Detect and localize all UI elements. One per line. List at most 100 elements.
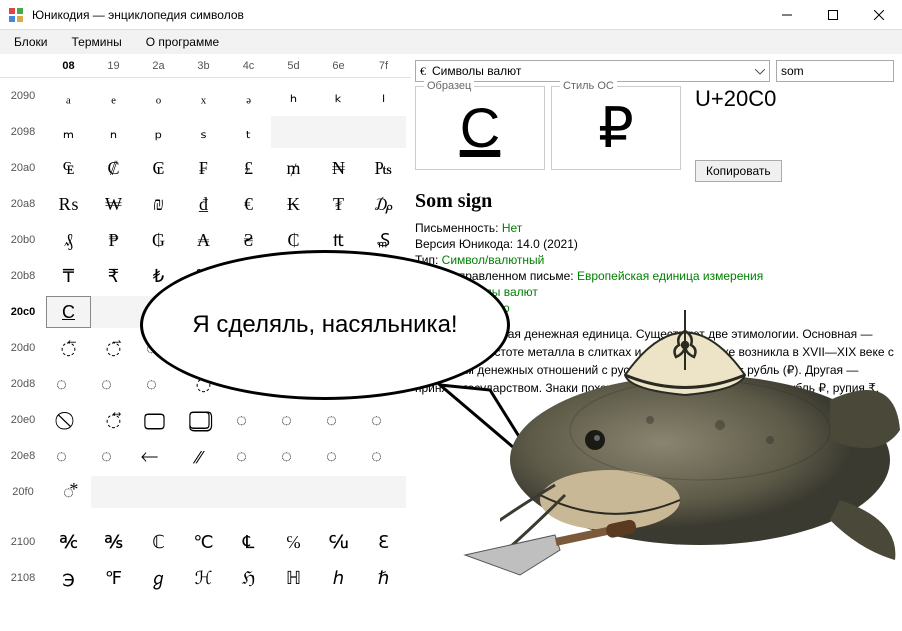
- glyph-cell[interactable]: ℆: [316, 526, 361, 558]
- glyph-cell[interactable]: ₽: [271, 260, 316, 292]
- glyph-cell[interactable]: ◌⃡: [91, 404, 136, 436]
- glyph-cell[interactable]: ₮: [316, 188, 361, 220]
- glyph-cell[interactable]: ℊ: [136, 562, 181, 594]
- glyph-cell[interactable]: ⃫: [181, 440, 226, 472]
- glyph-cell[interactable]: ₧: [361, 152, 406, 184]
- glyph-cell[interactable]: ₴: [226, 224, 271, 256]
- glyph-cell[interactable]: ₵: [271, 224, 316, 256]
- glyph-cell[interactable]: ₱: [91, 224, 136, 256]
- glyph-cell[interactable]: ₪: [136, 188, 181, 220]
- glyph-cell[interactable]: ℈: [46, 562, 91, 594]
- search-input[interactable]: [776, 60, 894, 82]
- glyph-cell[interactable]: ₓ: [181, 80, 226, 112]
- glyph-cell[interactable]: ◌⃛: [181, 368, 226, 400]
- copy-button[interactable]: Копировать: [695, 160, 782, 182]
- minimize-button[interactable]: [764, 0, 810, 30]
- glyph-cell[interactable]: ₛ: [181, 116, 226, 148]
- glyph-cell[interactable]: ₸: [46, 260, 91, 292]
- glyph-cell[interactable]: ₕ: [271, 80, 316, 112]
- glyph-cell[interactable]: ₔ: [226, 80, 271, 112]
- glyph-cell[interactable]: ◌⃐: [46, 332, 91, 364]
- glyph-cell[interactable]: ₠: [46, 152, 91, 184]
- glyph-cell[interactable]: ℅: [271, 526, 316, 558]
- col-header-cell[interactable]: 5d: [271, 54, 316, 77]
- maximize-button[interactable]: [810, 0, 856, 30]
- glyph-cell[interactable]: ℂ: [136, 526, 181, 558]
- glyph-cell[interactable]: ℏ: [361, 562, 406, 594]
- glyph-cell[interactable]: ℀: [46, 526, 91, 558]
- glyph-cell[interactable]: ◌⃗: [361, 332, 406, 364]
- glyph-cell[interactable]: ◌⃜: [226, 368, 271, 400]
- glyph-cell[interactable]: ◌⃭: [271, 440, 316, 472]
- glyph-cell[interactable]: ◌⃓: [181, 332, 226, 364]
- glyph-cell[interactable]: ◌⃦: [316, 404, 361, 436]
- glyph-cell[interactable]: ◌⃮: [316, 440, 361, 472]
- glyph-cell[interactable]: ◌⃥: [271, 404, 316, 436]
- glyph-cell[interactable]: ₫: [181, 188, 226, 220]
- glyph-cell[interactable]: ◌⃬: [226, 440, 271, 472]
- glyph-cell[interactable]: ⃟: [361, 368, 406, 400]
- glyph-cell[interactable]: ℃: [181, 526, 226, 558]
- glyph-cell[interactable]: ⃢: [136, 404, 181, 436]
- glyph-cell[interactable]: ⃠: [46, 404, 91, 436]
- menu-blocks[interactable]: Блоки: [2, 30, 60, 54]
- glyph-cell[interactable]: ₖ: [316, 80, 361, 112]
- glyph-cell[interactable]: ◌⃧: [361, 404, 406, 436]
- glyph-cell[interactable]: ◌⃯: [361, 440, 406, 472]
- glyph-cell[interactable]: ₚ: [136, 116, 181, 148]
- glyph-cell[interactable]: ℍ: [271, 562, 316, 594]
- glyph-cell[interactable]: ₳: [181, 224, 226, 256]
- col-header-cell[interactable]: 3b: [181, 54, 226, 77]
- glyph-cell[interactable]: ₦: [316, 152, 361, 184]
- glyph-cell[interactable]: ◌⃔: [226, 332, 271, 364]
- glyph-cell[interactable]: ₩: [91, 188, 136, 220]
- col-header-cell[interactable]: 7f: [361, 54, 406, 77]
- glyph-cell[interactable]: ₒ: [136, 80, 181, 112]
- glyph-cell[interactable]: ◌⃑: [91, 332, 136, 364]
- block-dropdown[interactable]: € Символы валют: [415, 60, 770, 82]
- glyph-cell[interactable]: ₭: [271, 188, 316, 220]
- glyph-cell[interactable]: ₹: [91, 260, 136, 292]
- glyph-cell[interactable]: ₜ: [226, 116, 271, 148]
- glyph-cell[interactable]: ₤: [226, 152, 271, 184]
- col-header-cell[interactable]: 6e: [316, 54, 361, 77]
- glyph-cell[interactable]: ₯: [361, 188, 406, 220]
- glyph-cell[interactable]: ₘ: [46, 116, 91, 148]
- glyph-cell[interactable]: ◌⃚: [136, 368, 181, 400]
- glyph-cell[interactable]: ◌⃕: [271, 332, 316, 364]
- glyph-cell[interactable]: ◌⃤: [226, 404, 271, 436]
- link-type[interactable]: Символ/валютный: [442, 253, 545, 267]
- glyph-cell[interactable]: ₣: [181, 152, 226, 184]
- glyph-cell[interactable]: ₐ: [46, 80, 91, 112]
- glyph-cell[interactable]: ℋ: [181, 562, 226, 594]
- glyph-cell[interactable]: ⃪: [136, 440, 181, 472]
- glyph-cell[interactable]: ℇ: [361, 526, 406, 558]
- glyph-cell[interactable]: ₲: [136, 224, 181, 256]
- glyph-cell[interactable]: ◌⃰: [46, 476, 91, 508]
- glyph-cell[interactable]: ◌⃙: [91, 368, 136, 400]
- glyph-cell[interactable]: ◌⃒: [136, 332, 181, 364]
- glyph-cell[interactable]: ₑ: [91, 80, 136, 112]
- glyph-cell[interactable]: ℎ: [316, 562, 361, 594]
- glyph-cell[interactable]: ₰: [46, 224, 91, 256]
- glyph-cell[interactable]: ₢: [136, 152, 181, 184]
- glyph-cell[interactable]: ₻: [181, 260, 226, 292]
- glyph-cell[interactable]: ₥: [271, 152, 316, 184]
- link-bidi[interactable]: Европейская единица измерения: [577, 269, 763, 283]
- glyph-cell[interactable]: ◌⃖: [316, 332, 361, 364]
- glyph-cell[interactable]: ◌⃨: [46, 440, 91, 472]
- col-header-cell[interactable]: 19: [91, 54, 136, 77]
- menu-terms[interactable]: Термины: [60, 30, 134, 54]
- glyph-cell[interactable]: ℁: [91, 526, 136, 558]
- col-header-cell[interactable]: 4c: [226, 54, 271, 77]
- glyph-cell[interactable]: ₗ: [361, 80, 406, 112]
- glyph-cell[interactable]: ₨: [46, 188, 91, 220]
- glyph-cell[interactable]: ₙ: [91, 116, 136, 148]
- glyph-cell[interactable]: ◌⃩: [91, 440, 136, 472]
- glyph-cell[interactable]: ₾: [316, 260, 361, 292]
- glyph-cell[interactable]: ₷: [361, 224, 406, 256]
- glyph-cell[interactable]: ℌ: [226, 562, 271, 594]
- glyph-cell[interactable]: C: [46, 296, 91, 328]
- glyph-cell[interactable]: ₶: [316, 224, 361, 256]
- glyph-cell[interactable]: ₺: [136, 260, 181, 292]
